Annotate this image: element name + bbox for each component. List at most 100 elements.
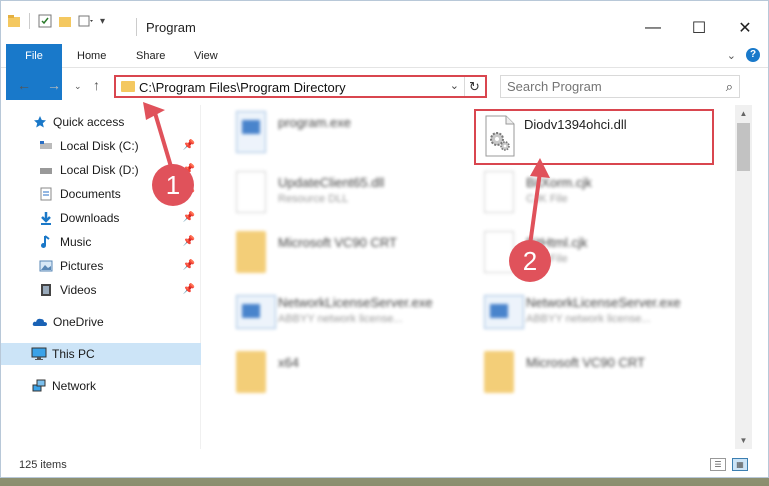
file-item[interactable]: BitXorm.cjk CJK File [464,167,704,223]
scroll-up-icon[interactable]: ▲ [735,105,752,122]
minimize-button[interactable]: — [630,13,676,43]
pin-icon[interactable]: 📌 [183,231,195,253]
star-icon [34,116,46,128]
exe-file-icon [236,111,266,153]
tab-view[interactable]: View [180,44,232,68]
sidebar-item-network[interactable]: Network [1,375,201,397]
sidebar-item-label: OneDrive [53,315,104,329]
file-name: x64 [278,355,299,370]
quick-access-toolbar: ▾ [7,13,105,29]
sidebar-item-label: Local Disk (D:) [60,163,139,177]
file-item[interactable]: Microsoft VC90 CRT [216,227,456,283]
file-type: ABBYY network license... [278,313,403,325]
folder-icon [484,351,514,393]
file-name: NetworkLicenseServer.exe [278,295,433,310]
tab-home[interactable]: Home [63,44,120,68]
download-arrow-icon [41,212,51,225]
address-bar[interactable]: C:\Program Files\Program Directory ⌄ ↻ [114,75,487,98]
file-item[interactable]: UpdateClient65.dll Resource DLL [216,167,456,223]
search-icon[interactable]: ⌕ [726,79,733,95]
file-item-diodv1394ohci[interactable]: Diodv1394ohci.dll [474,109,714,165]
file-list: program.exe Diodv1394ohci.dll UpdateClie… [206,105,736,449]
vertical-scrollbar[interactable]: ▲ ▼ [735,105,752,449]
monitor-icon [31,347,47,360]
cloud-icon [32,318,47,326]
sidebar-item-this-pc[interactable]: This PC [1,343,201,365]
pin-icon[interactable]: 📌 [183,279,195,301]
folder-icon [8,15,20,27]
sidebar-item-label: Downloads [60,211,120,225]
new-folder-icon[interactable] [58,14,72,28]
sidebar-item-label: Network [52,379,97,393]
sidebar-item-quick-access[interactable]: Quick access [1,111,201,133]
folder-icon [236,351,266,393]
sidebar-item-videos[interactable]: Videos 📌 [1,279,201,301]
sidebar-item-downloads[interactable]: Downloads 📌 [1,207,201,229]
file-name: Microsoft VC90 CRT [526,355,645,370]
pin-icon[interactable]: 📌 [183,207,195,229]
qat-dropdown-icon[interactable]: ▾ [100,16,105,27]
expand-ribbon-icon[interactable]: ⌄ [727,49,736,62]
sidebar-item-label: Videos [60,283,97,297]
search-input[interactable] [507,79,707,94]
maximize-button[interactable]: ☐ [676,13,722,43]
address-dropdown-icon[interactable]: ⌄ [450,79,459,92]
customize-icon[interactable] [78,14,94,28]
file-item[interactable]: NetworkLicenseServer.exe ABBYY network l… [216,287,456,343]
exe-file-icon [484,295,524,329]
back-arrow-icon[interactable]: ← [17,77,31,93]
close-button[interactable]: ✕ [722,13,768,43]
title-bar: ▾ Program — ☐ ✕ [1,1,768,41]
large-icons-view-icon[interactable]: ▦ [732,458,748,471]
sidebar-item-local-disk-c[interactable]: Local Disk (C:) 📌 [1,135,201,157]
properties-icon[interactable] [38,14,52,28]
documents-icon [40,187,52,201]
folder-icon [236,231,266,273]
up-arrow-icon[interactable]: ↑ [93,77,100,93]
file-type: Resource DLL [278,193,349,205]
refresh-button[interactable]: ↻ [464,77,484,96]
pictures-icon [39,260,53,272]
navigation-pane: Quick access Local Disk (C:) 📌 Local Dis… [1,105,201,449]
file-type: CJK File [526,193,568,205]
sidebar-item-music[interactable]: Music 📌 [1,231,201,253]
forward-arrow-icon[interactable]: → [47,77,61,93]
file-item[interactable]: x64 [216,347,456,403]
scroll-thumb[interactable] [737,123,750,171]
navigation-bar: ← → ⌄ ↑ C:\Program Files\Program Directo… [1,71,768,101]
file-item[interactable]: Microsoft VC90 CRT [464,347,704,403]
pin-icon[interactable]: 📌 [183,135,195,157]
file-name: Microsoft VC90 CRT [278,235,397,250]
sidebar-item-label: Quick access [53,115,125,129]
file-item[interactable]: program.exe [216,107,456,163]
details-view-icon[interactable]: ☰ [710,458,726,471]
file-item[interactable]: BitHtml.cjk CJK File [464,227,704,283]
sidebar-item-label: Documents [60,187,121,201]
ribbon-right: ⌄ ? [727,48,760,62]
drive-icon [40,168,52,174]
divider [29,13,30,29]
view-toggle: ☰ ▦ [710,458,748,471]
dll-gear-icon [485,115,515,157]
divider [136,18,137,36]
file-type: ABBYY network license... [526,313,651,325]
file-icon [484,171,514,213]
network-icon [32,379,46,392]
folder-icon [121,81,135,92]
status-bar: 125 items ☰ ▦ [1,453,768,477]
scroll-down-icon[interactable]: ▼ [735,432,752,449]
tab-share[interactable]: Share [122,44,179,68]
file-item[interactable]: NetworkLicenseServer.exe ABBYY network l… [464,287,704,343]
sidebar-item-pictures[interactable]: Pictures 📌 [1,255,201,277]
window-controls: — ☐ ✕ [630,13,768,43]
pin-icon[interactable]: 📌 [183,255,195,277]
sidebar-item-label: Pictures [60,259,104,273]
sidebar-item-label: This PC [52,347,95,361]
dll-file-icon [236,171,266,213]
help-icon[interactable]: ? [746,48,760,62]
search-box[interactable]: ⌕ [500,75,740,98]
sidebar-item-onedrive[interactable]: OneDrive [1,311,201,333]
address-path[interactable]: C:\Program Files\Program Directory [139,80,346,95]
recent-locations-icon[interactable]: ⌄ [74,81,82,92]
sidebar-item-label: Music [60,235,92,249]
